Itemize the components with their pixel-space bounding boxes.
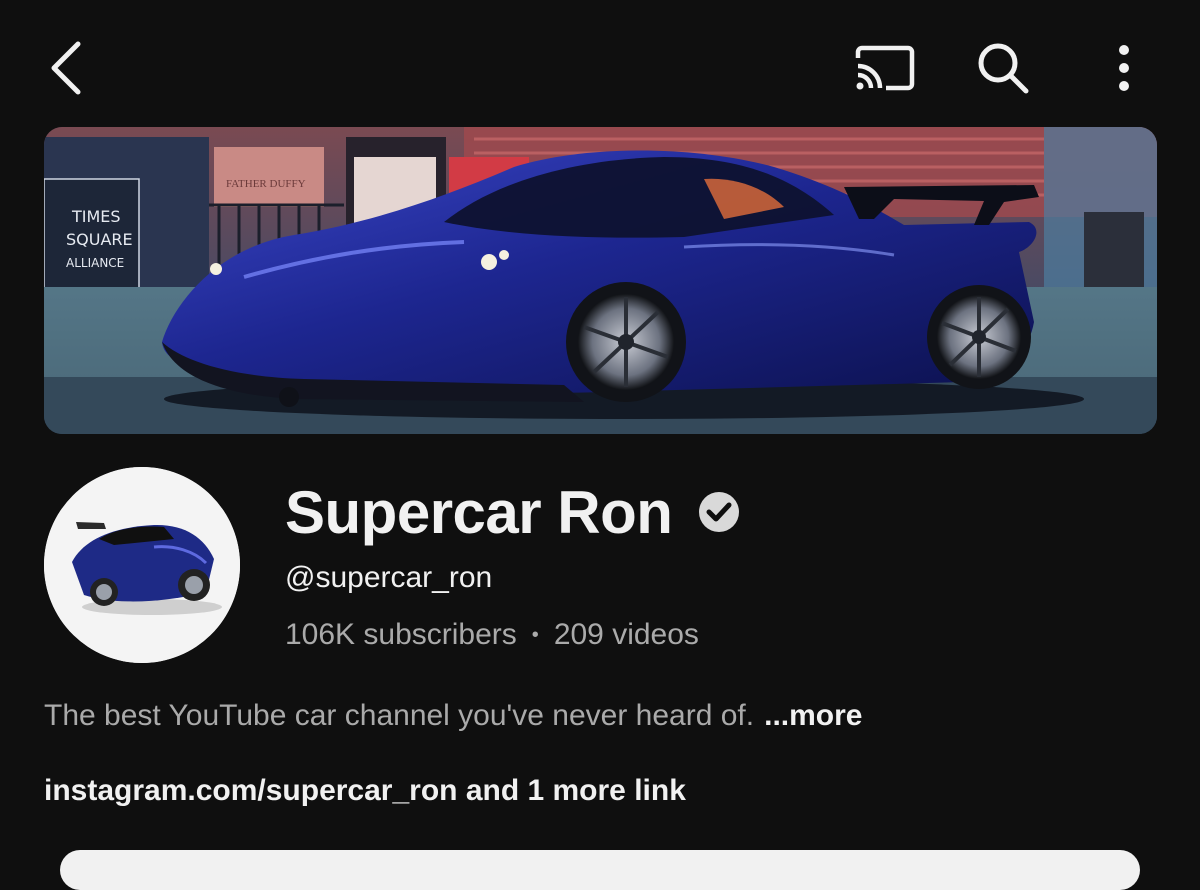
cast-icon bbox=[855, 45, 915, 91]
sign-line-1: TIMES bbox=[71, 207, 121, 226]
more-vertical-icon bbox=[1119, 45, 1129, 91]
description-more-link[interactable]: ...more bbox=[764, 699, 862, 732]
sign-line-2: SQUARE bbox=[66, 230, 133, 249]
channel-banner: FATHER DUFFY TIMES SQUARE ALLIANCE bbox=[44, 127, 1157, 434]
subscribe-button[interactable] bbox=[60, 850, 1140, 890]
channel-links[interactable]: instagram.com/supercar_ron and 1 more li… bbox=[44, 774, 686, 808]
channel-description[interactable]: The best YouTube car channel you've neve… bbox=[44, 699, 862, 733]
verified-check-icon bbox=[698, 491, 740, 533]
stats-separator: • bbox=[531, 623, 539, 646]
back-button[interactable] bbox=[36, 36, 96, 100]
subscriber-count: 106K subscribers bbox=[285, 618, 517, 651]
chevron-left-icon bbox=[51, 41, 81, 95]
description-text: The best YouTube car channel you've neve… bbox=[44, 699, 755, 732]
channel-avatar[interactable] bbox=[44, 467, 240, 663]
video-count: 209 videos bbox=[553, 618, 699, 651]
search-button[interactable] bbox=[970, 36, 1036, 100]
channel-name: Supercar Ron bbox=[285, 478, 673, 546]
channel-stats: 106K subscribers • 209 videos bbox=[285, 618, 699, 652]
channel-title-row: Supercar Ron bbox=[285, 472, 740, 552]
more-options-button[interactable] bbox=[1100, 36, 1148, 100]
sign-line-3: ALLIANCE bbox=[66, 256, 124, 270]
channel-handle: @supercar_ron bbox=[285, 561, 493, 594]
storefront-text: FATHER DUFFY bbox=[226, 178, 306, 190]
search-icon bbox=[978, 43, 1029, 94]
cast-button[interactable] bbox=[848, 38, 920, 98]
